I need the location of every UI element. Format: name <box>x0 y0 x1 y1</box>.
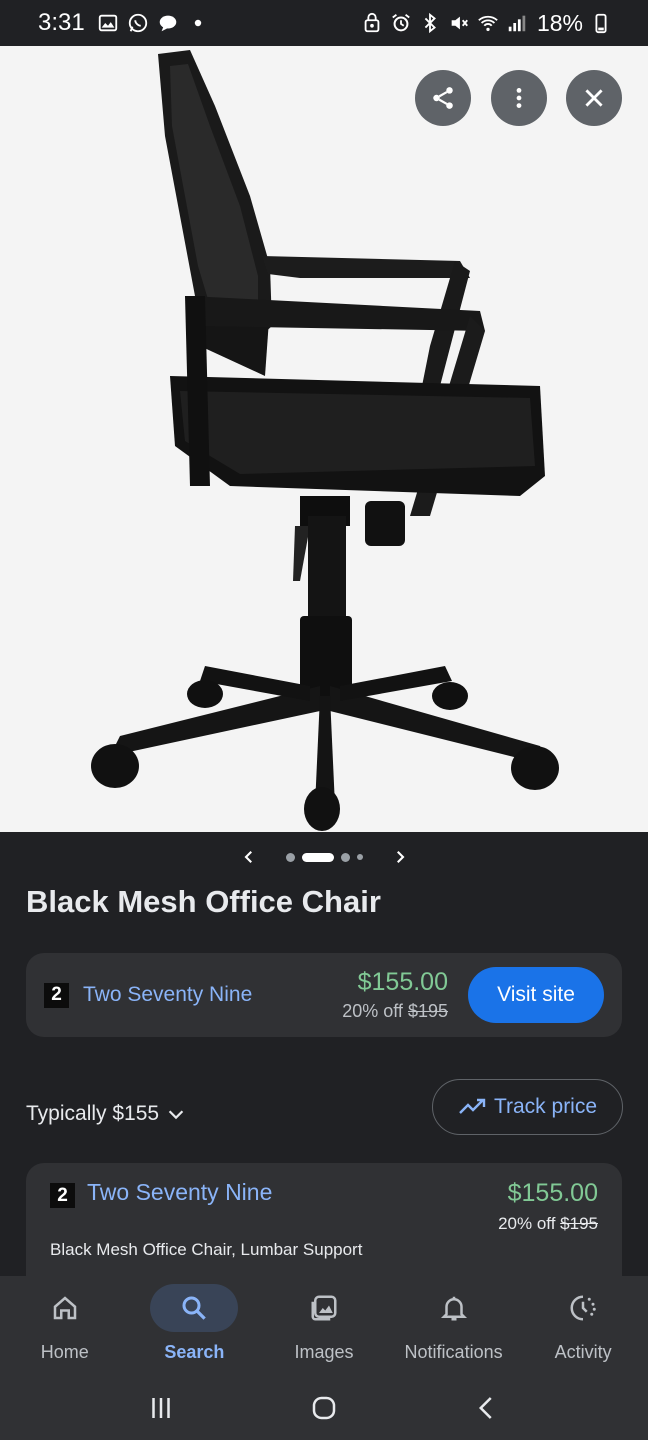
listing-price-block: $155.00 20% off $195 <box>498 1179 598 1234</box>
back-icon <box>472 1393 502 1423</box>
listing-original-price: $195 <box>560 1214 598 1233</box>
close-button[interactable] <box>566 70 622 126</box>
whatsapp-icon <box>127 12 149 34</box>
nav-home[interactable]: Home <box>0 1276 130 1376</box>
battery-percent: 18% <box>536 9 583 36</box>
nav-home-label: Home <box>40 1342 89 1362</box>
seller-name[interactable]: Two Seventy Nine <box>83 983 252 1007</box>
trending-up-icon <box>458 1097 486 1117</box>
nav-images-label: Images <box>294 1342 354 1362</box>
more-options-button[interactable] <box>491 70 547 126</box>
discount-label: 20% off <box>342 1001 403 1021</box>
bell-icon <box>439 1293 469 1323</box>
nav-search-label: Search <box>164 1342 225 1362</box>
status-bar: 3:31 18% <box>0 0 648 46</box>
carousel-dots <box>285 852 363 862</box>
lock-app-icon <box>361 12 383 34</box>
listing-description: Black Mesh Office Chair, Lumbar Support <box>50 1240 363 1259</box>
share-icon <box>430 85 456 111</box>
recent-apps-button[interactable] <box>136 1383 186 1433</box>
listing-discount-label: 20% off <box>498 1214 556 1233</box>
nav-notifications[interactable]: Notifications <box>389 1276 519 1376</box>
carousel-dot[interactable] <box>356 854 363 860</box>
more-vert-icon <box>506 85 532 111</box>
notification-dot-icon <box>187 12 209 34</box>
typical-price-label: Typically $155 <box>26 1102 160 1125</box>
mute-icon <box>448 12 470 34</box>
search-icon <box>179 1293 209 1323</box>
listing-price: $155.00 <box>507 1179 598 1207</box>
share-button[interactable] <box>415 70 471 126</box>
bottom-navigation: Home Search Images Notifications Activit… <box>0 1276 648 1376</box>
seller-discount: 20% off $195 <box>342 1001 448 1022</box>
chevron-left-icon <box>240 848 258 866</box>
home-button[interactable] <box>299 1383 349 1433</box>
activity-icon <box>568 1293 598 1323</box>
track-price-button[interactable]: Track price <box>432 1079 623 1135</box>
nav-notifications-label: Notifications <box>404 1342 503 1362</box>
office-chair-illustration <box>91 50 559 831</box>
typical-price-dropdown[interactable]: Typically $155 <box>26 1102 187 1126</box>
next-image-button[interactable] <box>385 842 415 872</box>
chevron-down-icon <box>159 1103 187 1125</box>
product-title: Black Mesh Office Chair <box>26 884 381 919</box>
nav-images[interactable]: Images <box>259 1276 389 1376</box>
product-image[interactable] <box>0 46 648 832</box>
seller-card[interactable]: 2 Two Seventy Nine $155.00 20% off $195 … <box>26 953 622 1037</box>
status-time: 3:31 <box>38 9 85 36</box>
chevron-right-icon <box>391 848 409 866</box>
original-price: $195 <box>407 1001 448 1021</box>
track-price-label: Track price <box>493 1095 598 1118</box>
gallery-icon <box>97 12 119 34</box>
listing-seller-name[interactable]: Two Seventy Nine <box>87 1179 272 1206</box>
bluetooth-icon <box>419 12 441 34</box>
visit-site-button[interactable]: Visit site <box>468 967 604 1023</box>
signal-icon <box>506 12 528 34</box>
listing-discount: 20% off $195 <box>498 1214 598 1234</box>
home-circle-icon <box>309 1393 339 1423</box>
images-icon <box>309 1293 339 1323</box>
battery-icon <box>590 12 612 34</box>
carousel-dot[interactable] <box>285 852 295 862</box>
system-navigation-bar <box>0 1376 648 1440</box>
wifi-icon <box>477 12 499 34</box>
nav-search[interactable]: Search <box>130 1276 260 1376</box>
listing-seller-badge: 2 <box>50 1183 75 1208</box>
seller-price-block: $155.00 20% off $195 <box>342 968 448 1022</box>
previous-image-button[interactable] <box>234 842 264 872</box>
close-icon <box>581 85 607 111</box>
recent-apps-icon <box>146 1393 176 1423</box>
nav-activity[interactable]: Activity <box>518 1276 648 1376</box>
nav-activity-label: Activity <box>554 1342 612 1362</box>
seller-logo-badge: 2 <box>44 982 69 1008</box>
home-icon <box>50 1293 80 1323</box>
image-carousel-nav <box>0 832 648 882</box>
chat-icon <box>157 12 179 34</box>
alarm-icon <box>390 12 412 34</box>
back-button[interactable] <box>462 1383 512 1433</box>
seller-price: $155.00 <box>357 968 448 996</box>
carousel-dot[interactable] <box>340 852 350 862</box>
carousel-dot-active[interactable] <box>301 852 334 862</box>
